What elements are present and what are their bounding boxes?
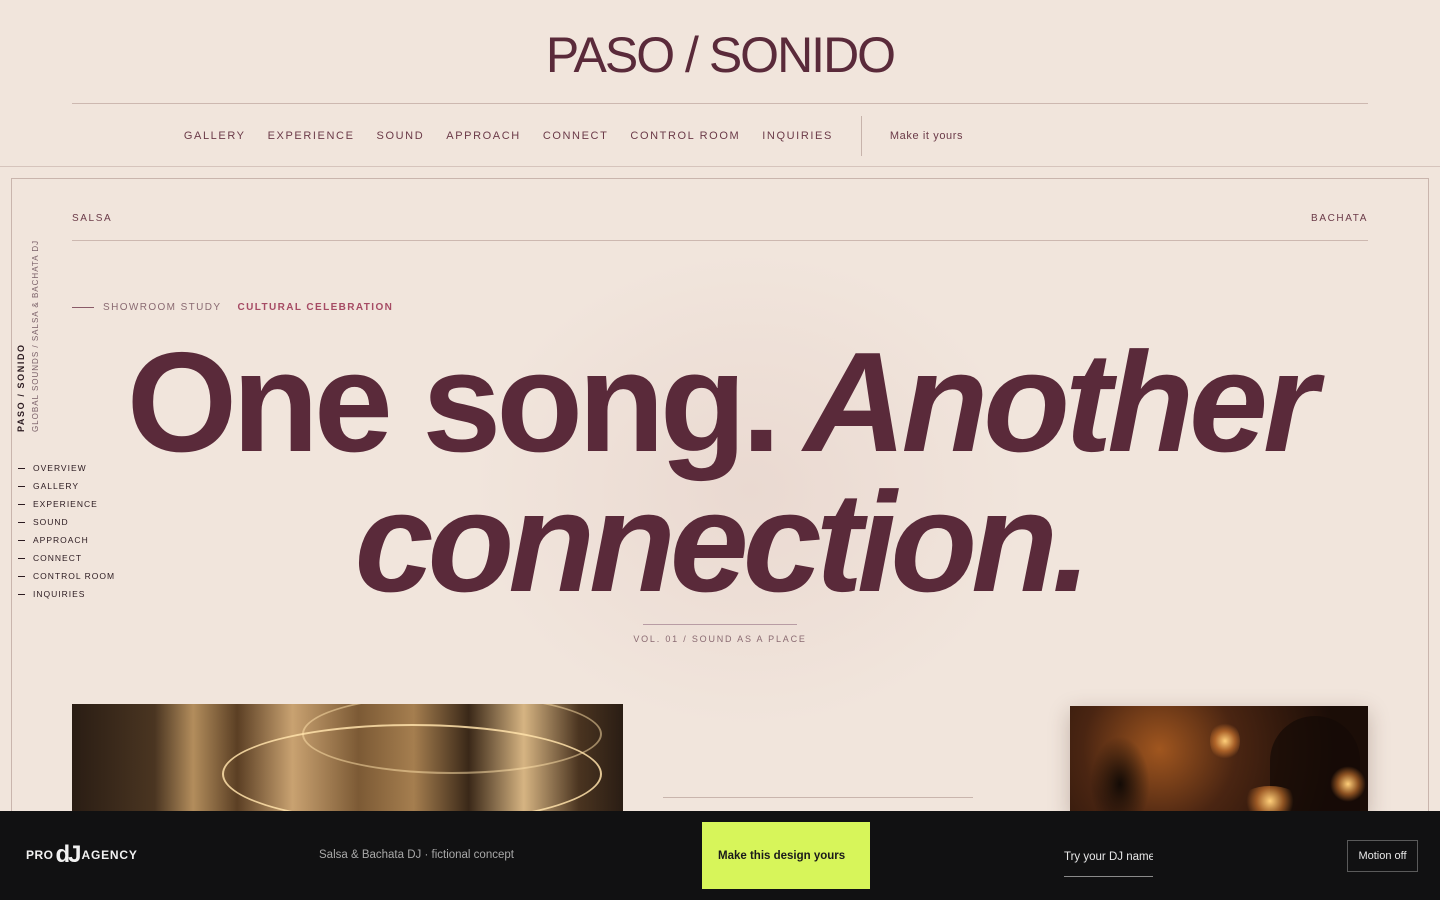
dj-name-input[interactable] [1064, 847, 1153, 877]
promo-bar: PRO dJ AGENCY Salsa & Bachata DJ · ficti… [0, 811, 1440, 900]
headline-line-1: One song. Another [0, 332, 1440, 474]
hero-eyebrow: SHOWROOM STUDY CULTURAL CELEBRATION [72, 302, 393, 313]
image-divider [663, 797, 973, 798]
agency-logo[interactable]: PRO dJ AGENCY [26, 841, 138, 869]
header-divider [72, 103, 1368, 104]
nav-approach[interactable]: APPROACH [446, 130, 521, 142]
main-nav: GALLERY EXPERIENCE SOUND APPROACH CONNEC… [0, 116, 1440, 156]
headline-line-2: connection. [354, 463, 1092, 622]
nav-divider-line [0, 166, 1440, 167]
logo-agency: AGENCY [81, 848, 138, 862]
genre-salsa: SALSA [72, 213, 113, 224]
palm-shape [1090, 736, 1150, 814]
nav-experience[interactable]: EXPERIENCE [268, 130, 355, 142]
logo-pro: PRO [26, 848, 54, 862]
volume-label: VOL. 01 / SOUND AS A PLACE [633, 634, 807, 644]
nav-divider [860, 116, 862, 156]
nav-control-room[interactable]: CONTROL ROOM [630, 130, 740, 142]
nav-connect[interactable]: CONNECT [543, 130, 609, 142]
chandelier-image [72, 704, 623, 814]
make-design-yours-button[interactable]: Make this design yours [702, 822, 870, 889]
lamp-glow [1330, 766, 1366, 802]
eyebrow-line [72, 307, 94, 308]
site-logo[interactable]: PASO / SONIDO [0, 26, 1440, 84]
lamp-glow [1210, 721, 1240, 761]
lounge-image [1070, 706, 1368, 814]
headline-part-1: One song. [126, 323, 781, 482]
nav-inquiries[interactable]: INQUIRIES [762, 130, 833, 142]
motion-toggle-button[interactable]: Motion off [1347, 840, 1418, 872]
eyebrow-label: SHOWROOM STUDY [103, 302, 222, 313]
make-it-yours-link[interactable]: Make it yours [890, 130, 963, 142]
eyebrow-accent: CULTURAL CELEBRATION [237, 302, 394, 313]
nav-gallery[interactable]: GALLERY [184, 130, 246, 142]
concept-label: Salsa & Bachata DJ · fictional concept [319, 849, 514, 861]
nav-sound[interactable]: SOUND [377, 130, 425, 142]
logo-dj: dJ [55, 841, 82, 868]
genre-divider [72, 240, 1368, 241]
headline-part-2: Another [803, 323, 1318, 482]
lamp-glow [1240, 786, 1300, 814]
genre-bachata: BACHATA [1311, 213, 1368, 224]
volume-rule [643, 624, 797, 625]
